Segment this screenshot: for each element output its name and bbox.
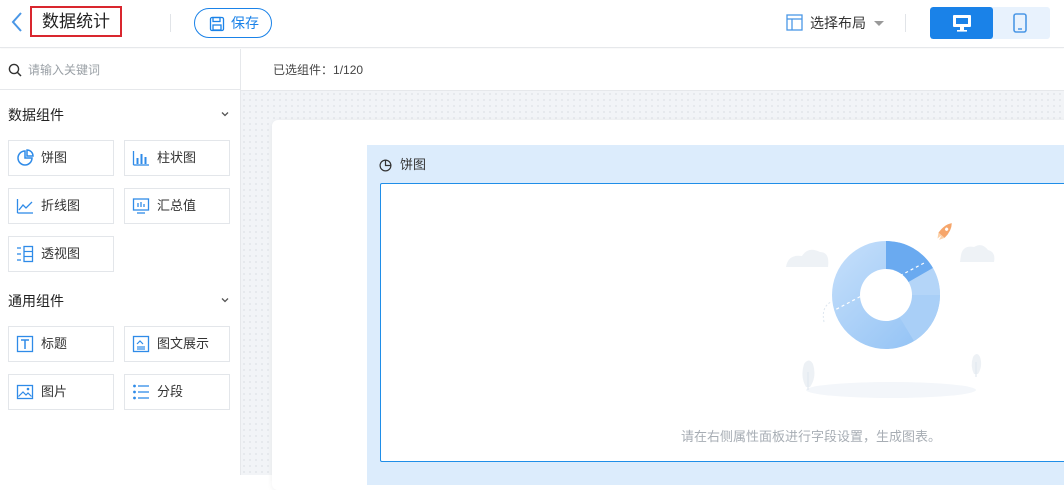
component-label: 柱状图	[157, 150, 197, 165]
component-label: 饼图	[41, 150, 68, 165]
selected-count: 1/120	[333, 63, 364, 77]
pie-chart-icon	[379, 159, 392, 172]
desktop-icon	[953, 15, 971, 32]
component-label: 图文展示	[157, 336, 210, 351]
selected-count-bar: 已选组件：1/120	[241, 49, 1064, 91]
image-icon	[16, 384, 34, 400]
empty-chart-illustration-icon	[786, 223, 995, 398]
save-icon	[209, 16, 225, 32]
component-segment[interactable]: 分段	[124, 374, 230, 410]
layout-label: 选择布局	[810, 15, 866, 31]
line-chart-icon	[16, 199, 33, 214]
layout-icon	[786, 14, 803, 31]
search-icon	[8, 63, 22, 77]
design-canvas-area: 已选组件：1/120 饼图 请在右侧属性面板进行字段设置，生成图表。	[241, 49, 1064, 490]
caret-down-icon	[874, 21, 884, 26]
component-label: 透视图	[41, 246, 81, 261]
pie-chart-icon	[17, 149, 34, 166]
page-canvas: 饼图 请在右侧属性面板进行字段设置，生成图表。	[272, 120, 1064, 490]
component-label: 汇总值	[157, 198, 197, 213]
save-button[interactable]: 保存	[194, 8, 272, 38]
desktop-view-button[interactable]	[930, 7, 993, 39]
component-line-chart[interactable]: 折线图	[8, 188, 114, 224]
page-title: 数据统计	[30, 6, 122, 37]
chevron-down-icon	[221, 298, 229, 303]
save-label: 保存	[231, 15, 259, 31]
divider	[905, 14, 906, 32]
segment-icon	[133, 384, 149, 400]
component-pivot-chart[interactable]: 透视图	[8, 236, 114, 272]
mobile-view-button[interactable]	[993, 7, 1050, 39]
component-pie-chart[interactable]: 饼图	[8, 140, 114, 176]
image-text-icon	[132, 335, 150, 353]
selected-label: 已选组件：	[273, 63, 334, 77]
section-data-components[interactable]: 数据组件	[0, 103, 240, 127]
component-summary-value[interactable]: 汇总值	[124, 188, 230, 224]
widget-title: 饼图	[400, 157, 427, 172]
search-input[interactable]	[28, 60, 228, 80]
search-bar	[0, 49, 240, 90]
component-image-text[interactable]: 图文展示	[124, 326, 230, 362]
top-bar: 数据统计 保存 选择布局	[0, 0, 1064, 48]
widget-header: 饼图	[379, 155, 426, 175]
section-title: 通用组件	[8, 293, 64, 309]
component-title[interactable]: 标题	[8, 326, 114, 362]
summary-icon	[132, 198, 150, 214]
component-image[interactable]: 图片	[8, 374, 114, 410]
bar-chart-icon	[132, 151, 149, 166]
section-title: 数据组件	[8, 107, 64, 123]
layout-select[interactable]: 选择布局	[786, 12, 886, 34]
component-bar-chart[interactable]: 柱状图	[124, 140, 230, 176]
back-arrow-icon[interactable]	[10, 10, 30, 34]
component-label: 分段	[157, 384, 184, 399]
component-label: 标题	[41, 336, 68, 351]
widget-body: 请在右侧属性面板进行字段设置，生成图表。	[380, 183, 1064, 462]
mobile-icon	[1013, 13, 1027, 33]
chevron-down-icon	[221, 112, 229, 117]
component-label: 折线图	[41, 198, 81, 213]
section-general-components[interactable]: 通用组件	[0, 289, 240, 313]
component-label: 图片	[41, 384, 68, 399]
device-toggle	[930, 7, 1050, 39]
pie-chart-widget[interactable]: 饼图 请在右侧属性面板进行字段设置，生成图表。	[367, 145, 1064, 485]
empty-hint: 请在右侧属性面板进行字段设置，生成图表。	[681, 429, 942, 444]
divider	[170, 14, 171, 32]
title-icon	[16, 335, 34, 353]
component-sidebar: 数据组件 饼图 柱状图 折线图	[0, 49, 241, 475]
pivot-icon	[17, 245, 34, 263]
